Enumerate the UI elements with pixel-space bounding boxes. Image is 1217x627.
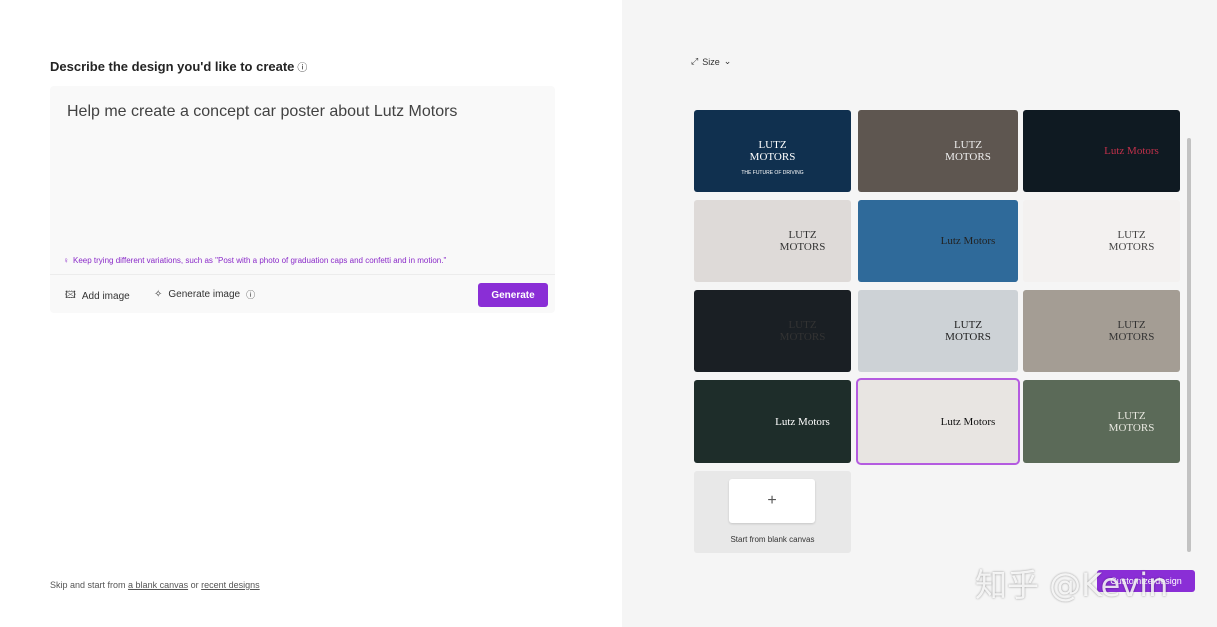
generate-button[interactable]: Generate (478, 283, 548, 307)
recent-designs-link[interactable]: recent designs (201, 580, 260, 590)
thumbnail-subtitle: THE FUTURE OF DRIVING (741, 170, 804, 176)
prompt-panel: Describe the design you'd like to create… (0, 0, 622, 627)
watermark: 知乎 @Kevin (975, 566, 1169, 604)
thumbnail-title: LUTZ MOTORS (1108, 409, 1155, 434)
skip-text: Skip and start from a blank canvas or re… (50, 580, 260, 590)
blank-canvas-label: Start from blank canvas (730, 535, 815, 544)
design-thumbnail[interactable]: LUTZ MOTORS (1023, 200, 1180, 282)
prompt-toolbar: 🖾 Add image ✧ Generate image ⓘ Generate (50, 274, 555, 313)
design-thumbnail[interactable]: LUTZ MOTORS (694, 200, 851, 282)
add-image-button[interactable]: 🖾 Add image (65, 288, 130, 305)
design-thumbnail[interactable]: Lutz Motors (858, 200, 1018, 282)
title-text: Describe the design you'd like to create (50, 59, 295, 74)
chevron-down-icon: ⌄ (723, 56, 732, 66)
generate-image-button[interactable]: ✧ Generate image ⓘ (154, 288, 255, 301)
thumbnail-title: LUTZ MOTORS (1108, 229, 1155, 253)
thumbnail-title: Lutz Motors (775, 415, 830, 428)
lightbulb-icon: ♀ (63, 256, 69, 265)
blank-canvas-card[interactable]: + Start from blank canvas (694, 471, 851, 553)
or-text: or (190, 580, 199, 590)
blank-canvas-link[interactable]: a blank canvas (128, 580, 188, 590)
thumbnail-title: LUTZ MOTORS (1108, 319, 1155, 343)
thumbnail-title: Lutz Motors (940, 415, 996, 428)
skip-prefix: Skip and start from (50, 580, 126, 590)
thumbnail-title: Lutz Motors (940, 235, 996, 247)
info-icon[interactable]: ⓘ (246, 288, 255, 301)
design-thumbnail[interactable]: LUTZ MOTORS (1023, 380, 1180, 463)
sparkle-icon: ✧ (154, 289, 163, 300)
design-thumbnail[interactable]: LUTZ MOTORS THE FUTURE OF DRIVING (694, 110, 851, 192)
thumbnail-title: LUTZ MOTORS (945, 319, 991, 343)
thumbnail-title: LUTZ MOTORS (779, 229, 826, 253)
tip-text: ♀ Keep trying different variations, such … (63, 256, 450, 265)
tip-label: Keep trying different variations, such a… (73, 256, 447, 265)
add-image-label: Add image (81, 291, 130, 302)
size-dropdown[interactable]: ⤢ Size ⌄ (691, 56, 731, 67)
design-thumbnail[interactable]: Lutz Motors (1023, 110, 1180, 192)
design-thumbnail[interactable]: LUTZ MOTORS (858, 110, 1018, 192)
thumbnail-title: LUTZ MOTORS (749, 139, 796, 163)
generate-image-label: Generate image (168, 289, 241, 300)
design-thumbnail[interactable]: LUTZ MOTORS (1023, 290, 1180, 372)
design-thumbnail[interactable]: LUTZ MOTORS (858, 290, 1018, 372)
thumbnail-title: LUTZ MOTORS (779, 319, 826, 343)
image-add-icon: 🖾 (65, 290, 76, 301)
scrollbar[interactable] (1187, 138, 1191, 552)
resize-icon: ⤢ (691, 56, 699, 66)
size-label: Size (702, 56, 720, 67)
design-thumbnail[interactable]: Lutz Motors (694, 380, 851, 463)
prompt-box[interactable]: Help me create a concept car poster abou… (50, 86, 555, 313)
prompt-input[interactable]: Help me create a concept car poster abou… (67, 103, 457, 121)
design-thumbnail[interactable]: Lutz Motors (856, 378, 1020, 465)
thumbnail-title: Lutz Motors (1104, 145, 1159, 157)
plus-icon: + (729, 479, 815, 523)
page-title: Describe the design you'd like to create… (50, 59, 307, 74)
design-thumbnail[interactable]: LUTZ MOTORS (694, 290, 851, 372)
thumbnail-title: LUTZ MOTORS (945, 139, 991, 163)
info-icon[interactable]: ⓘ (297, 63, 307, 74)
